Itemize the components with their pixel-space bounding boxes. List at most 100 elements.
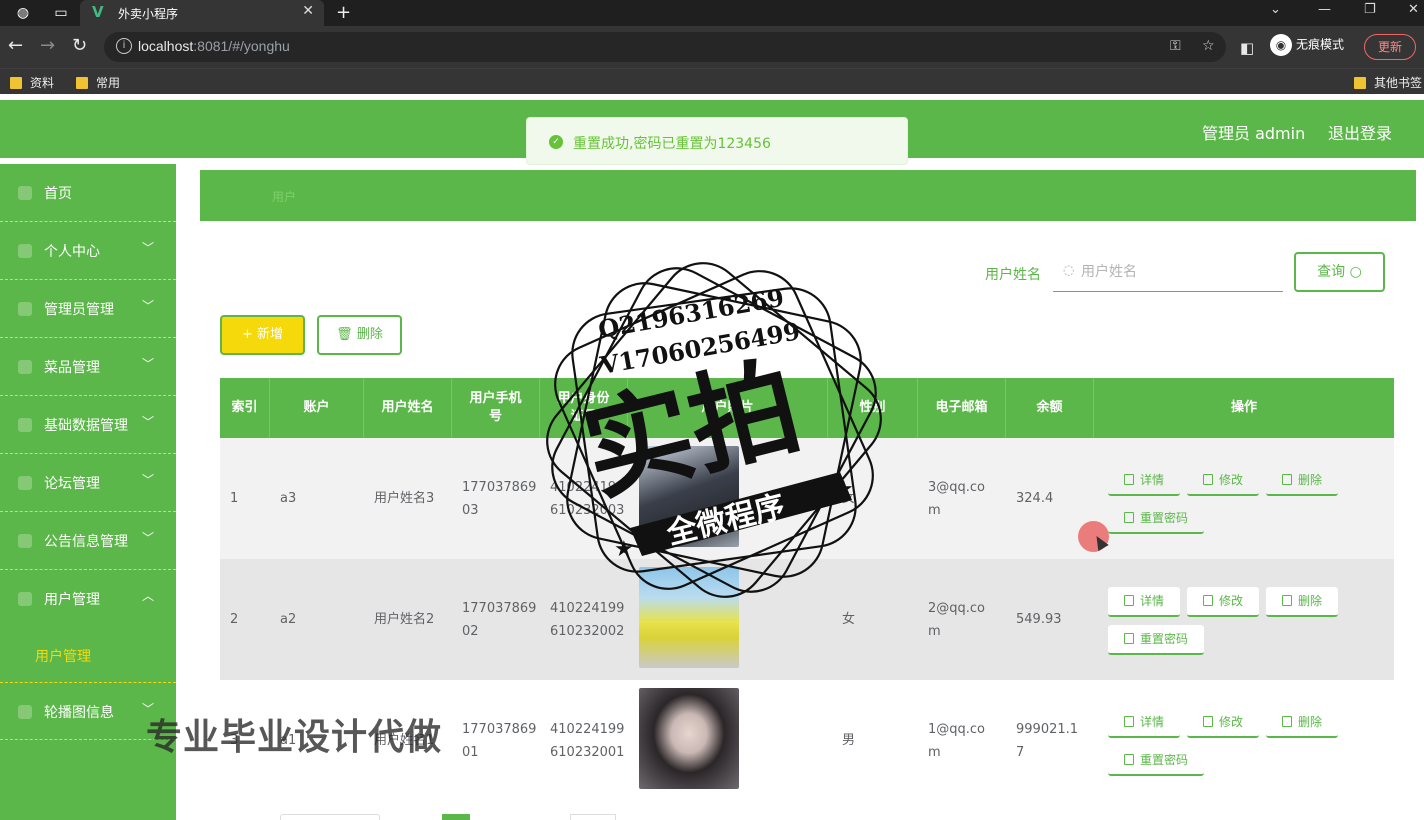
doc-icon — [1123, 474, 1134, 485]
bookmark-star-icon[interactable]: ☆ — [1202, 38, 1215, 54]
pagination[interactable] — [280, 814, 620, 820]
cell-account: a2 — [280, 612, 297, 627]
sidebar-item-users[interactable]: 用户管理 ︿ — [0, 570, 176, 628]
star-icon: ★ — [834, 477, 854, 502]
sidebar-item-admins[interactable]: 管理员管理 ﹀ — [0, 280, 176, 338]
close-window-icon[interactable]: ✕ — [1408, 2, 1419, 17]
doc-icon — [1123, 595, 1134, 606]
sidebar-item-label: 管理员管理 — [44, 302, 114, 318]
delete-button[interactable]: 🗑 删除 — [317, 315, 402, 355]
query-button[interactable]: 查询 ○ — [1294, 252, 1385, 292]
address-bar[interactable]: i localhost:8081/#/yonghu ⚿ ☆ — [104, 32, 1226, 62]
breadcrumb[interactable]: 用户 — [272, 188, 296, 205]
sidebar-item-profile[interactable]: 个人中心 ﹀ — [0, 222, 176, 280]
page-current[interactable] — [442, 814, 470, 820]
doc-icon — [1123, 633, 1134, 644]
admin-label: 管理员 admin — [1202, 124, 1306, 143]
tab-search-icon[interactable]: ⌄ — [1270, 2, 1281, 17]
tab-list-icon[interactable]: ▭ — [52, 4, 70, 22]
star-icon: ★ — [614, 537, 634, 562]
logout-link[interactable]: 退出登录 — [1328, 120, 1392, 144]
home-icon — [18, 186, 32, 200]
detail-button[interactable]: 详情 — [1108, 708, 1180, 738]
detail-button[interactable]: 详情 — [1108, 587, 1180, 617]
column-header[interactable]: 操作 — [1094, 378, 1394, 438]
cell-account: a3 — [280, 491, 297, 506]
cell-idcard: 410224199610232001 — [550, 721, 625, 760]
incognito-indicator[interactable]: ◉ 无痕模式 — [1270, 34, 1344, 56]
sidebar-item-home[interactable]: 首页 — [0, 164, 176, 222]
cell-name: 用户姓名2 — [374, 612, 435, 627]
forward-icon[interactable]: → — [40, 36, 55, 56]
chevron-down-icon: ﹀ — [142, 531, 155, 545]
column-header[interactable]: 用户姓名 — [364, 378, 452, 438]
delete-button-label: 删除 — [356, 327, 383, 342]
column-header[interactable]: 余额 — [1006, 378, 1094, 438]
chevron-down-icon: ﹀ — [142, 357, 155, 371]
search-icon: ○ — [1349, 264, 1362, 280]
sidebar-item-basedata[interactable]: 基础数据管理 ﹀ — [0, 396, 176, 454]
row-delete-button[interactable]: 删除 — [1266, 466, 1338, 496]
column-header[interactable]: 电子邮箱 — [918, 378, 1006, 438]
url-text[interactable]: localhost:8081/#/yonghu — [138, 38, 290, 54]
sidebar-item-notices[interactable]: 公告信息管理 ﹀ — [0, 512, 176, 570]
tab-close-icon[interactable]: ✕ — [302, 3, 314, 19]
folder-icon — [1354, 76, 1366, 89]
update-button[interactable]: 更新 — [1364, 34, 1416, 60]
cell-balance: 549.93 — [1016, 612, 1062, 627]
cell-name: 用户姓名3 — [374, 491, 435, 506]
sidebar-item-dishes[interactable]: 菜品管理 ﹀ — [0, 338, 176, 396]
bookmark-folder[interactable]: 资料 — [10, 74, 54, 91]
sidebar-subitem-users[interactable]: 用户管理 — [0, 630, 176, 682]
row-delete-button[interactable]: 删除 — [1266, 708, 1338, 738]
browser-globe-icon[interactable]: ◍ — [14, 4, 32, 22]
other-bookmarks[interactable]: 其他书签 — [1354, 74, 1422, 91]
chevron-down-icon: ﹀ — [142, 299, 155, 313]
edit-button[interactable]: 修改 — [1187, 466, 1259, 496]
sidebar-item-forum[interactable]: 论坛管理 ﹀ — [0, 454, 176, 512]
reset-password-button[interactable]: 重置密码 — [1108, 625, 1204, 655]
user-photo — [639, 688, 739, 789]
search-input[interactable] — [1081, 262, 1271, 282]
chevron-down-icon: ﹀ — [142, 241, 155, 255]
key-icon[interactable]: ⚿ — [1170, 38, 1181, 54]
sidebar-item-label: 用户管理 — [44, 592, 100, 608]
page-jump-input[interactable] — [570, 814, 616, 820]
browser-tab-bar: ◍ ▭ V 外卖小程序 ✕ + ⌄ — ❐ ✕ — [0, 0, 1424, 26]
back-icon[interactable]: ← — [8, 36, 23, 56]
doc-icon — [1123, 754, 1134, 765]
reload-icon[interactable]: ↻ — [72, 36, 87, 56]
wm-banner: 全微程序 — [662, 489, 788, 552]
new-tab-icon[interactable]: + — [336, 2, 351, 23]
edit-icon — [1202, 474, 1213, 485]
vue-icon: V — [92, 3, 104, 21]
reset-password-button[interactable]: 重置密码 — [1108, 746, 1204, 776]
query-button-label: 查询 — [1317, 264, 1346, 280]
breadcrumb-bar: 用户 — [200, 170, 1416, 221]
cell-gender: 男 — [842, 733, 856, 748]
page-size-select[interactable] — [280, 814, 380, 820]
site-info-icon[interactable]: i — [116, 38, 132, 54]
toast-message: 重置成功,密码已重置为123456 — [573, 136, 771, 152]
browser-tab[interactable]: V 外卖小程序 ✕ — [80, 0, 324, 26]
chevron-down-icon: ﹀ — [142, 415, 155, 429]
chevron-down-icon: ﹀ — [142, 473, 155, 487]
add-button[interactable]: + 新增 — [220, 315, 305, 355]
reset-password-button[interactable]: 重置密码 — [1108, 504, 1204, 534]
bookmark-folder[interactable]: 常用 — [76, 74, 120, 91]
column-header[interactable]: 索引 — [220, 378, 270, 438]
dish-icon — [18, 360, 32, 374]
success-check-icon: ✓ — [549, 135, 563, 149]
cell-balance: 999021.17 — [1016, 721, 1079, 760]
column-header[interactable]: 账户 — [270, 378, 364, 438]
detail-button[interactable]: 详情 — [1108, 466, 1180, 496]
restore-icon[interactable]: ❐ — [1364, 2, 1376, 17]
edit-button[interactable]: 修改 — [1187, 708, 1259, 738]
row-delete-button[interactable]: 删除 — [1266, 587, 1338, 617]
edit-button[interactable]: 修改 — [1187, 587, 1259, 617]
edit-icon — [1202, 716, 1213, 727]
trash-icon: 🗑 — [336, 327, 353, 342]
search-box[interactable]: ◌ — [1053, 254, 1283, 292]
minimize-icon[interactable]: — — [1318, 2, 1331, 17]
sidepanel-icon[interactable]: ◧ — [1240, 38, 1254, 58]
